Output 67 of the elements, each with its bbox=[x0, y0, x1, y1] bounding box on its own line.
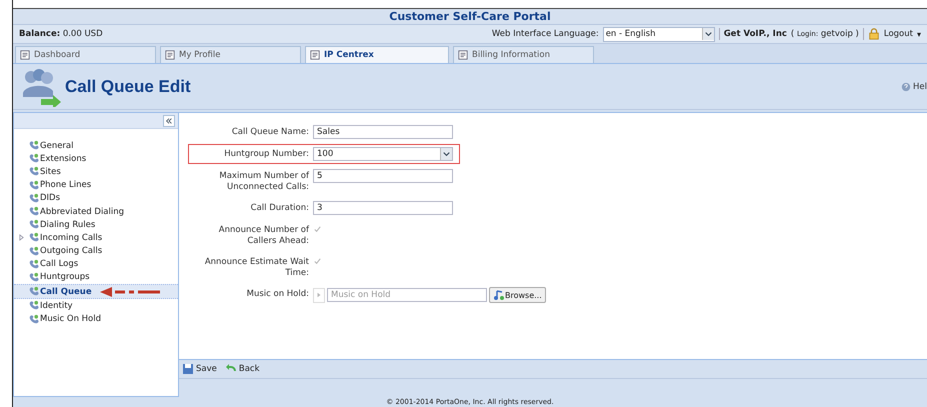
phone-icon bbox=[28, 272, 39, 283]
logout-button[interactable]: Logout bbox=[884, 29, 913, 39]
sidebar-item[interactable]: Identity bbox=[14, 299, 178, 312]
play-icon bbox=[316, 292, 322, 298]
play-button[interactable] bbox=[313, 288, 325, 302]
sidebar-item[interactable]: Extensions bbox=[14, 152, 178, 166]
collapse-button[interactable] bbox=[163, 114, 175, 126]
field-label: Maximum Number of Unconnected Calls: bbox=[218, 170, 310, 193]
toolbar-button[interactable]: Back bbox=[224, 363, 260, 375]
sidebar-item[interactable]: Phone Lines bbox=[14, 178, 178, 192]
window-title: Customer Self-Care Portal bbox=[389, 10, 551, 23]
sidebar-item[interactable]: Outgoing Calls bbox=[14, 244, 178, 258]
phone-icon bbox=[28, 258, 39, 270]
page-title: Call Queue Edit bbox=[65, 76, 191, 96]
sidebar-item[interactable]: Sites bbox=[14, 165, 178, 179]
field-label: Call Duration: bbox=[250, 202, 310, 214]
phone-icon bbox=[28, 206, 39, 218]
phone-icon bbox=[28, 180, 39, 191]
input-field[interactable]: Sales bbox=[313, 125, 453, 139]
tab[interactable]: IP Centrex bbox=[305, 46, 449, 63]
phone-icon bbox=[28, 246, 39, 257]
field-label: Announce Estimate Wait Time: bbox=[204, 256, 310, 279]
tab-icon bbox=[310, 50, 320, 60]
phone-icon bbox=[28, 153, 39, 164]
sidebar-item[interactable]: Incoming Calls bbox=[14, 231, 178, 244]
double-chevron-icon bbox=[165, 116, 173, 124]
sidebar-item[interactable]: Music On Hold bbox=[14, 312, 178, 326]
input-field[interactable]: 3 bbox=[313, 201, 453, 215]
caret-icon[interactable]: ▾ bbox=[916, 30, 921, 38]
phone-icon bbox=[28, 192, 39, 204]
field-label: Music on Hold: bbox=[246, 288, 310, 300]
tab[interactable]: My Profile bbox=[160, 46, 301, 63]
sidebar-item[interactable]: Huntgroups bbox=[14, 270, 178, 284]
sidebar-item[interactable]: Call Logs bbox=[14, 258, 178, 271]
sidebar-item[interactable]: Call Queue bbox=[14, 284, 178, 300]
tab-icon bbox=[458, 50, 468, 60]
phone-icon bbox=[28, 314, 39, 325]
field-label: Huntgroup Number: bbox=[223, 148, 310, 160]
company-name: Get VoIP., Inc bbox=[724, 29, 787, 39]
tab-icon bbox=[20, 50, 30, 60]
input-field[interactable]: 5 bbox=[313, 169, 453, 183]
phone-icon bbox=[28, 166, 39, 178]
padlock-icon bbox=[868, 28, 880, 40]
sidebar-item[interactable]: Dialing Rules bbox=[14, 218, 178, 232]
tab-icon bbox=[165, 50, 175, 60]
sidebar-item[interactable]: General bbox=[14, 139, 178, 152]
toolbar-button[interactable]: Save bbox=[182, 363, 217, 375]
tab[interactable]: Dashboard bbox=[15, 46, 156, 63]
help-icon bbox=[901, 82, 912, 92]
sidebar-item[interactable]: DIDs bbox=[14, 192, 178, 205]
select-field[interactable]: 100 bbox=[313, 147, 453, 161]
field-label: Announce Number of Callers Ahead: bbox=[218, 224, 310, 247]
browse-button[interactable]: Browse... bbox=[489, 287, 546, 303]
language-select[interactable]: en - English bbox=[602, 26, 715, 42]
phone-icon bbox=[28, 286, 39, 298]
field-label: Call Queue Name: bbox=[230, 126, 310, 138]
phone-icon bbox=[28, 219, 39, 230]
language-label: Web Interface Language: bbox=[492, 29, 599, 39]
phone-icon bbox=[28, 140, 39, 152]
balance-text: Balance: 0.00 USD bbox=[19, 29, 103, 39]
sidebar-item[interactable]: Abbreviated Dialing bbox=[14, 204, 178, 218]
phone-icon bbox=[28, 300, 39, 312]
tab[interactable]: Billing Information bbox=[453, 46, 594, 63]
help-link[interactable]: Hel bbox=[913, 82, 927, 92]
music-note-icon bbox=[493, 289, 505, 301]
phone-icon bbox=[28, 232, 39, 244]
save-icon bbox=[182, 363, 194, 375]
